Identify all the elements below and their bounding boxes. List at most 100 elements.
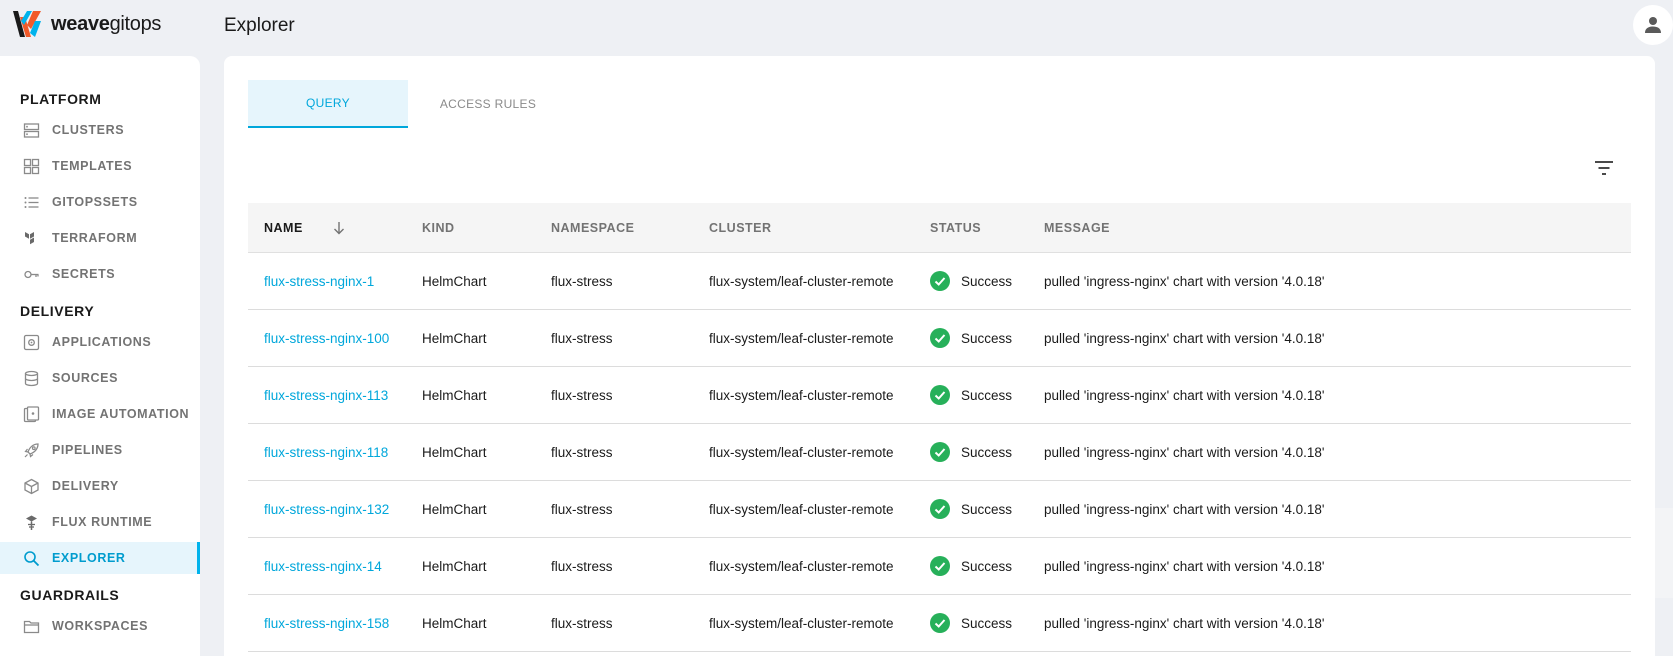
flux-icon [26,515,37,530]
brand-name: weavegitops [51,12,162,35]
cell-status: Success [930,367,1012,423]
table-row: flux-stress-nginx-1 HelmChart flux-stres… [248,253,1631,310]
sidebar-item-label: TERRAFORM [52,231,138,245]
success-check-icon [930,442,950,462]
sidebar-item-explorer[interactable]: EXPLORER [0,542,200,574]
resource-name-link[interactable]: flux-stress-nginx-100 [264,310,389,366]
user-menu-button[interactable] [1633,5,1673,45]
sidebar-item-label: WORKSPACES [52,619,149,633]
sidebar-item-image-automation[interactable]: IMAGE AUTOMATION [0,398,200,430]
filter-icon [1595,161,1613,175]
cell-namespace: flux-stress [551,501,613,517]
section-heading-platform: PLATFORM [20,91,102,107]
success-check-icon [930,613,950,633]
tab-bar: QUERY ACCESS RULES [248,80,568,128]
sidebar-item-sources[interactable]: SOURCES [0,362,200,394]
cell-message: pulled 'ingress-nginx' chart with versio… [1044,273,1325,289]
rocket-icon [24,443,39,458]
section-heading-guardrails: GUARDRAILS [20,587,120,603]
cube-icon [24,478,39,495]
resource-name-link[interactable]: flux-stress-nginx-1 [264,253,374,309]
sort-arrow-down-icon[interactable] [333,221,345,235]
column-header-cluster[interactable]: CLUSTER [709,203,772,253]
cell-kind: HelmChart [422,387,487,403]
database-icon [24,370,39,387]
terraform-icon [25,232,34,245]
cell-message: pulled 'ingress-nginx' chart with versio… [1044,501,1325,517]
tab-query[interactable]: QUERY [248,80,408,128]
image-automation-icon [23,406,40,423]
sidebar: PLATFORM CLUSTERS TEMPLATES GITOPSSETS T… [0,56,200,656]
cell-cluster: flux-system/leaf-cluster-remote [709,615,894,631]
success-check-icon [930,271,950,291]
resource-name-link[interactable]: flux-stress-nginx-113 [264,367,388,423]
sidebar-item-label: SECRETS [52,267,116,281]
resource-name-link[interactable]: flux-stress-nginx-132 [264,481,389,537]
resource-name-link[interactable]: flux-stress-nginx-14 [264,538,382,594]
cell-message: pulled 'ingress-nginx' chart with versio… [1044,558,1325,574]
table-row: flux-stress-nginx-118 HelmChart flux-str… [248,424,1631,481]
column-header-message[interactable]: MESSAGE [1044,203,1110,253]
resource-name-link[interactable]: flux-stress-nginx-158 [264,595,389,651]
sidebar-item-delivery[interactable]: DELIVERY [0,470,200,502]
sidebar-item-terraform[interactable]: TERRAFORM [0,222,200,254]
search-icon [24,551,40,567]
cell-cluster: flux-system/leaf-cluster-remote [709,444,894,460]
brand-logo[interactable]: weavegitops [11,9,161,39]
cell-namespace: flux-stress [551,330,613,346]
sidebar-item-templates[interactable]: TEMPLATES [0,150,200,182]
column-label: NAME [264,221,303,235]
filter-button[interactable] [1592,156,1616,180]
column-header-name[interactable]: NAME [264,203,345,253]
cell-status: Success [930,481,1012,537]
folder-icon [23,620,40,634]
sidebar-item-applications[interactable]: APPLICATIONS [0,326,200,358]
resource-name-link[interactable]: flux-stress-nginx-118 [264,424,388,480]
cell-kind: HelmChart [422,558,487,574]
sidebar-item-label: SOURCES [52,371,119,385]
explorer-table: NAME KIND NAMESPACE CLUSTER STATUS MESSA… [248,203,1631,652]
sidebar-item-workspaces[interactable]: WORKSPACES [0,610,200,642]
success-check-icon [930,328,950,348]
user-icon [1645,17,1661,33]
status-text: Success [961,330,1013,346]
clusters-icon [23,123,40,138]
cell-message: pulled 'ingress-nginx' chart with versio… [1044,330,1325,346]
table-row: flux-stress-nginx-113 HelmChart flux-str… [248,367,1631,424]
column-header-kind[interactable]: KIND [422,203,455,253]
column-header-status[interactable]: STATUS [930,203,981,253]
top-bar: weavegitops Explorer [0,0,1673,52]
table-row: flux-stress-nginx-100 HelmChart flux-str… [248,310,1631,367]
sidebar-item-label: TEMPLATES [52,159,133,173]
sidebar-item-label: IMAGE AUTOMATION [52,407,190,421]
column-header-namespace[interactable]: NAMESPACE [551,203,634,253]
gitopssets-icon [24,197,39,208]
cell-kind: HelmChart [422,444,487,460]
cell-namespace: flux-stress [551,558,613,574]
key-icon [24,270,39,279]
sidebar-item-flux-runtime[interactable]: FLUX RUNTIME [0,506,200,538]
sidebar-item-label: EXPLORER [52,551,126,565]
status-text: Success [961,444,1013,460]
sidebar-item-secrets[interactable]: SECRETS [0,258,200,290]
cell-cluster: flux-system/leaf-cluster-remote [709,387,894,403]
success-check-icon [930,385,950,405]
success-check-icon [930,556,950,576]
sidebar-item-label: APPLICATIONS [52,335,152,349]
sidebar-item-pipelines[interactable]: PIPELINES [0,434,200,466]
templates-icon [23,158,40,175]
cell-kind: HelmChart [422,330,487,346]
cell-kind: HelmChart [422,273,487,289]
scrollbar-track[interactable] [1655,508,1673,598]
sidebar-item-clusters[interactable]: CLUSTERS [0,114,200,146]
tab-access-rules[interactable]: ACCESS RULES [408,80,568,128]
cell-cluster: flux-system/leaf-cluster-remote [709,558,894,574]
success-check-icon [930,499,950,519]
cell-status: Success [930,538,1012,594]
cell-namespace: flux-stress [551,273,613,289]
cell-cluster: flux-system/leaf-cluster-remote [709,501,894,517]
sidebar-item-gitopssets[interactable]: GITOPSSETS [0,186,200,218]
sidebar-item-label: FLUX RUNTIME [52,515,153,529]
cell-message: pulled 'ingress-nginx' chart with versio… [1044,387,1325,403]
cell-status: Success [930,253,1012,309]
